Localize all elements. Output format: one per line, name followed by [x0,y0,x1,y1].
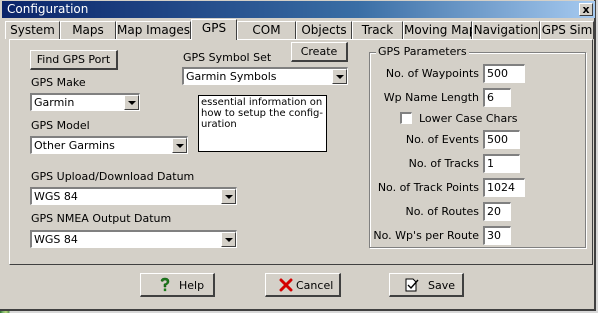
cancel-label: Cancel [296,279,334,292]
tab-map-images[interactable]: Map Images [116,21,191,39]
lower-case-label: Lower Case Chars [419,112,518,125]
lower-case-checkbox[interactable] [400,112,412,124]
wp-name-length-input[interactable]: 6 [483,88,511,107]
routes-label: No. of Routes [405,205,479,218]
tab-com[interactable]: COM [237,21,296,39]
save-document-icon [405,278,419,292]
events-label: No. of Events [405,133,479,146]
nmea-datum-value: WGS 84 [34,233,78,246]
chevron-down-icon[interactable] [221,232,236,247]
upload-datum-select[interactable]: WGS 84 [30,187,237,205]
symbol-set-value: Garmin Symbols [186,70,277,83]
tab-gps-sim[interactable]: GPS Sim [540,21,594,39]
chevron-down-icon[interactable] [124,95,139,110]
symbol-set-select[interactable]: Garmin Symbols [182,67,348,85]
create-button[interactable]: Create [291,42,348,62]
waypoints-label: No. of Waypoints [385,67,479,80]
upload-datum-value: WGS 84 [34,190,78,203]
nmea-datum-label: GPS NMEA Output Datum [31,212,172,225]
window-title: Configuration [7,2,89,16]
tracks-label: No. of Tracks [408,157,479,170]
events-input[interactable]: 500 [483,130,520,149]
info-note: essential information on how to setup th… [198,95,327,152]
close-button[interactable]: x [579,3,593,16]
wps-per-route-label: No. Wp's per Route [373,229,479,242]
gps-parameters-group [369,52,586,248]
tab-track[interactable]: Track [352,21,403,39]
tracks-input[interactable]: 1 [483,154,520,173]
tab-objects[interactable]: Objects [296,21,352,39]
chevron-down-icon[interactable] [221,189,236,204]
tab-moving-map[interactable]: Moving Map [403,21,477,39]
track-points-input[interactable]: 1024 [483,178,525,197]
tab-maps[interactable]: Maps [60,21,116,39]
track-points-label: No. of Track Points [377,181,479,194]
routes-input[interactable]: 20 [483,202,511,221]
symbol-set-label: GPS Symbol Set [183,51,272,64]
gps-model-label: GPS Model [31,119,90,132]
gps-make-select[interactable]: Garmin [30,93,140,111]
chevron-down-icon[interactable] [332,69,347,84]
tab-navigation[interactable]: Navigation [472,21,540,39]
chevron-down-icon[interactable] [172,138,187,153]
tab-gps[interactable]: GPS [191,19,237,40]
help-button[interactable]: Help [140,273,215,297]
cancel-x-icon [279,278,293,292]
nmea-datum-select[interactable]: WGS 84 [30,230,237,248]
help-label: Help [179,279,205,292]
title-bar: Configuration x [2,1,595,18]
gps-model-value: Other Garmins [34,139,115,152]
find-gps-port-button[interactable]: Find GPS Port [30,50,118,70]
cancel-button[interactable]: Cancel [265,273,341,297]
gps-make-label: GPS Make [31,76,86,89]
tab-system[interactable]: System [5,21,60,39]
wps-per-route-input[interactable]: 30 [483,226,511,245]
question-mark-icon [160,277,170,292]
gps-make-value: Garmin [34,96,75,109]
gps-model-select[interactable]: Other Garmins [30,136,188,154]
wp-name-length-label: Wp Name Length [383,91,479,104]
save-label: Save [428,279,456,292]
waypoints-input[interactable]: 500 [483,64,525,83]
upload-datum-label: GPS Upload/Download Datum [31,170,195,183]
save-button[interactable]: Save [389,273,464,297]
gps-parameters-title: GPS Parameters [376,45,469,58]
configuration-dialog: Configuration x System Maps Map Images G… [0,0,596,311]
